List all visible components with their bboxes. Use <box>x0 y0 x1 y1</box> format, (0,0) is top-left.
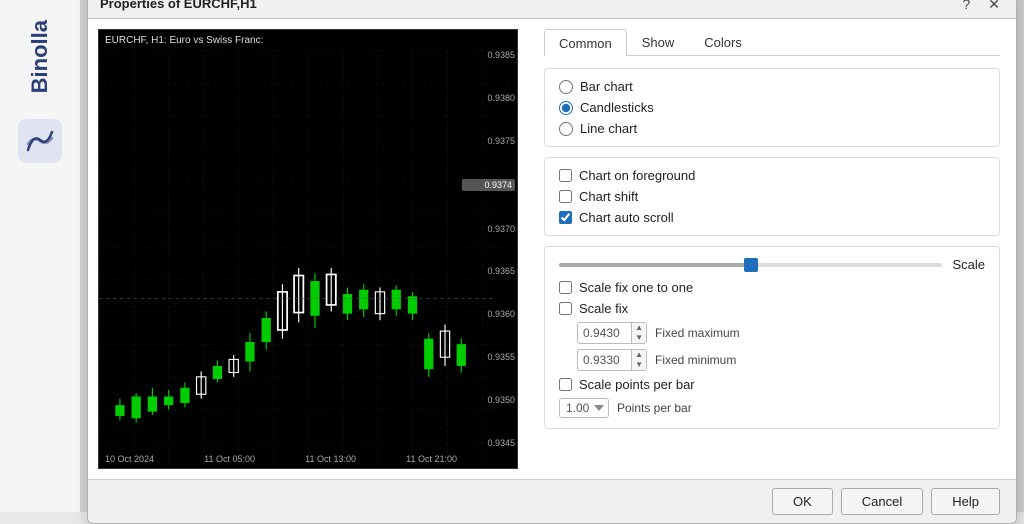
radio-line-chart[interactable]: Line chart <box>559 121 985 136</box>
sidebar-logo: Binolla <box>27 20 53 93</box>
checkbox-scale-points-input[interactable] <box>559 378 572 391</box>
scale-points-label: Scale points per bar <box>579 377 695 392</box>
points-per-bar-label: Points per bar <box>617 401 692 415</box>
scale-fix-label: Scale fix <box>579 301 628 316</box>
chart-symbol-label: EURCHF, H1: Euro vs Swiss Franc: <box>105 35 263 46</box>
points-per-bar-row: 1.00 2.00 5.00 Points per bar <box>559 398 985 418</box>
checkbox-scale-fix[interactable]: Scale fix <box>559 301 985 316</box>
time-label-2: 11 Oct 05:00 <box>204 454 255 464</box>
scale-slider[interactable] <box>559 263 942 267</box>
candlestick-chart <box>99 50 517 464</box>
time-axis: 10 Oct 2024 11 Oct 05:00 11 Oct 13:00 11… <box>105 454 457 464</box>
fixed-min-up-btn[interactable]: ▲ <box>632 350 646 360</box>
desktop: Binolla Properties of EURCHF,H1 ? ✕ EURC… <box>0 0 1024 512</box>
tab-colors[interactable]: Colors <box>689 29 757 55</box>
checkbox-shift-label: Chart shift <box>579 189 638 204</box>
checkbox-shift-input[interactable] <box>559 190 572 203</box>
radio-bar-chart[interactable]: Bar chart <box>559 79 985 94</box>
fixed-min-value: 0.9330 <box>578 351 631 369</box>
dialog-title: Properties of EURCHF,H1 <box>100 0 257 11</box>
checkbox-shift[interactable]: Chart shift <box>559 189 985 204</box>
help-footer-button[interactable]: Help <box>931 488 1000 515</box>
tabs: Common Show Colors <box>544 29 1000 56</box>
help-button[interactable]: ? <box>958 0 974 11</box>
chart-type-section: Bar chart Candlesticks Line chart <box>544 68 1000 147</box>
ok-button[interactable]: OK <box>772 488 833 515</box>
checkbox-foreground-input[interactable] <box>559 169 572 182</box>
fixed-min-row: 0.9330 ▲ ▼ Fixed minimum <box>577 349 985 371</box>
checkbox-autoscroll[interactable]: Chart auto scroll <box>559 210 985 225</box>
checkbox-scale-fix-input[interactable] <box>559 302 572 315</box>
fixed-min-down-btn[interactable]: ▼ <box>632 360 646 370</box>
fixed-max-down-btn[interactable]: ▼ <box>632 333 646 343</box>
titlebar-controls: ? ✕ <box>958 0 1004 11</box>
tab-common[interactable]: Common <box>544 29 627 56</box>
checkbox-foreground[interactable]: Chart on foreground <box>559 168 985 183</box>
radio-bar-chart-input[interactable] <box>559 80 573 94</box>
sidebar: Binolla <box>0 0 80 512</box>
fixed-min-label: Fixed minimum <box>655 353 736 367</box>
chart-type-radio-group: Bar chart Candlesticks Line chart <box>559 79 985 136</box>
checkbox-autoscroll-input[interactable] <box>559 211 572 224</box>
cancel-button[interactable]: Cancel <box>841 488 923 515</box>
scale-label: Scale <box>952 257 985 272</box>
fixed-max-spinner[interactable]: 0.9430 ▲ ▼ <box>577 322 647 344</box>
radio-line-chart-input[interactable] <box>559 122 573 136</box>
fixed-max-label: Fixed maximum <box>655 326 740 340</box>
checkbox-foreground-label: Chart on foreground <box>579 168 695 183</box>
sidebar-icon[interactable] <box>18 119 62 163</box>
fixed-max-btns: ▲ ▼ <box>631 323 646 343</box>
time-label-3: 11 Oct 13:00 <box>305 454 356 464</box>
checkbox-scale-fix-one-input[interactable] <box>559 281 572 294</box>
checkbox-autoscroll-label: Chart auto scroll <box>579 210 674 225</box>
fixed-max-up-btn[interactable]: ▲ <box>632 323 646 333</box>
radio-bar-chart-label: Bar chart <box>580 79 633 94</box>
close-button[interactable]: ✕ <box>984 0 1004 11</box>
fixed-min-spinner[interactable]: 0.9330 ▲ ▼ <box>577 349 647 371</box>
properties-dialog: Properties of EURCHF,H1 ? ✕ EURCHF, H1: … <box>87 0 1017 524</box>
time-label-1: 10 Oct 2024 <box>105 454 154 464</box>
dialog-footer: OK Cancel Help <box>88 479 1016 523</box>
checkbox-scale-points[interactable]: Scale points per bar <box>559 377 985 392</box>
radio-candlesticks[interactable]: Candlesticks <box>559 100 985 115</box>
fixed-min-btns: ▲ ▼ <box>631 350 646 370</box>
radio-candlesticks-label: Candlesticks <box>580 100 654 115</box>
checkbox-scale-fix-one[interactable]: Scale fix one to one <box>559 280 985 295</box>
time-label-4: 11 Oct 21:00 <box>406 454 457 464</box>
chart-options-section: Chart on foreground Chart shift Chart au… <box>544 157 1000 236</box>
dialog-titlebar: Properties of EURCHF,H1 ? ✕ <box>88 0 1016 19</box>
scale-fix-one-label: Scale fix one to one <box>579 280 693 295</box>
radio-candlesticks-input[interactable] <box>559 101 573 115</box>
fixed-max-value: 0.9430 <box>578 324 631 342</box>
scale-slider-row: Scale <box>559 257 985 272</box>
dialog-body: EURCHF, H1: Euro vs Swiss Franc: <box>88 19 1016 479</box>
points-per-bar-select[interactable]: 1.00 2.00 5.00 <box>559 398 609 418</box>
radio-line-chart-label: Line chart <box>580 121 637 136</box>
tab-show[interactable]: Show <box>627 29 690 55</box>
scale-section: Scale Scale fix one to one Scale fix <box>544 246 1000 429</box>
chart-area: EURCHF, H1: Euro vs Swiss Franc: <box>98 29 518 469</box>
right-panel: Common Show Colors Bar chart Candlestick… <box>528 19 1016 479</box>
fixed-max-row: 0.9430 ▲ ▼ Fixed maximum <box>577 322 985 344</box>
